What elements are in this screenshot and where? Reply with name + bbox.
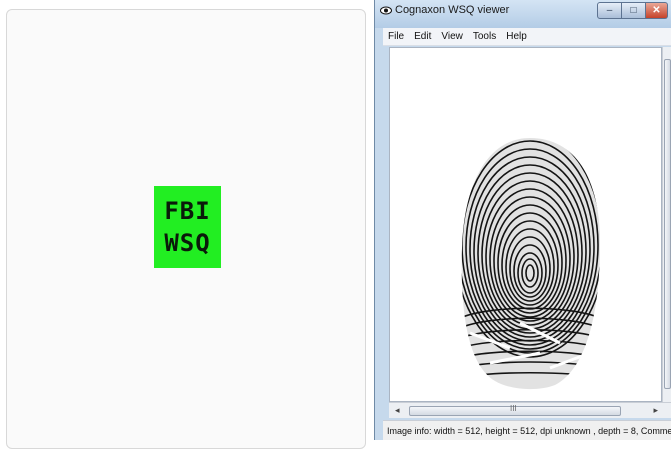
image-canvas[interactable] (389, 47, 662, 402)
wsq-viewer-window: Cognaxon WSQ viewer – □ ✕ File Edit View… (374, 0, 671, 440)
wsq-icon-line2: WSQ (164, 229, 211, 257)
menu-help[interactable]: Help (501, 31, 532, 42)
fingerprint-image (461, 138, 601, 390)
close-button[interactable]: ✕ (646, 2, 668, 19)
window-title: Cognaxon WSQ viewer (395, 4, 510, 16)
vertical-scroll-thumb[interactable] (664, 59, 671, 389)
wsq-icon-line1: FBI (164, 197, 211, 225)
horizontal-scrollbar[interactable]: ◂ III ▸ (389, 402, 671, 418)
eye-icon (380, 6, 392, 15)
scroll-grip-icon: III (510, 404, 517, 413)
caption-buttons: – □ ✕ (597, 2, 668, 19)
horizontal-scroll-thumb[interactable]: III (409, 404, 621, 416)
vertical-scrollbar[interactable] (662, 47, 671, 402)
image-info-text: Image info: width = 512, height = 512, d… (387, 426, 671, 436)
title-bar[interactable]: Cognaxon WSQ viewer – □ ✕ (375, 0, 671, 28)
scroll-left-icon[interactable]: ◂ (395, 405, 400, 416)
wsq-file-icon[interactable]: FBI WSQ (154, 186, 221, 268)
menu-edit[interactable]: Edit (409, 31, 436, 42)
menu-tools[interactable]: Tools (468, 31, 501, 42)
menu-bar: File Edit View Tools Help (383, 28, 671, 46)
file-preview-panel: FBI WSQ (6, 9, 366, 449)
menu-view[interactable]: View (436, 31, 468, 42)
maximize-button[interactable]: □ (622, 2, 646, 19)
minimize-button[interactable]: – (597, 2, 622, 19)
scroll-right-icon[interactable]: ▸ (653, 405, 658, 416)
menu-file[interactable]: File (383, 31, 409, 42)
status-bar: Image info: width = 512, height = 512, d… (383, 420, 671, 440)
